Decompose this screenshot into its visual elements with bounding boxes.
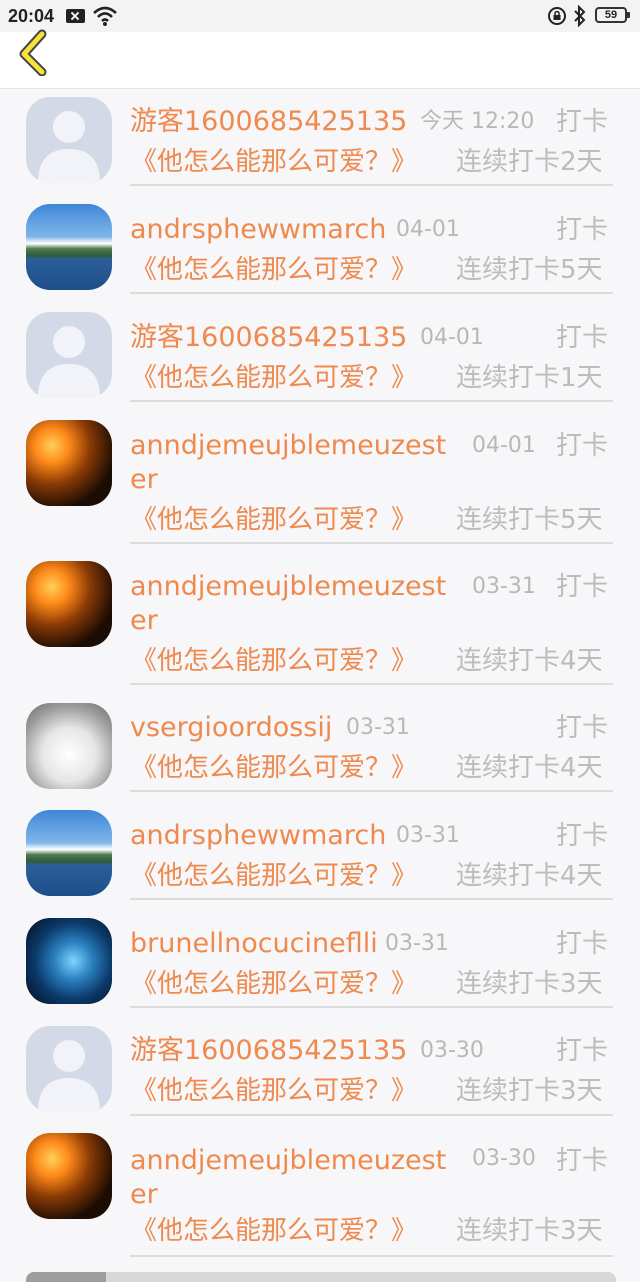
divider [130, 683, 613, 685]
list-item[interactable]: anndjemeujblemeuzester 04-01 打卡 《他怎么能那么可… [0, 413, 640, 549]
streak-text: 连续打卡4天 [456, 861, 603, 891]
divider [130, 790, 613, 792]
next-list-item-partial [26, 1272, 616, 1282]
list-item[interactable]: anndjemeujblemeuzester 03-31 打卡 《他怎么能那么可… [0, 554, 640, 690]
user-name: vsergioordossij [130, 712, 333, 743]
streak-text: 连续打卡3天 [456, 969, 603, 999]
notification-icon [66, 9, 85, 23]
checkin-date: 04-01 [420, 325, 484, 350]
checkin-date: 03-30 [472, 1146, 536, 1171]
book-title[interactable]: 《他怎么能那么可爱？》 [131, 1074, 417, 1108]
checkin-date: 03-31 [346, 715, 410, 740]
avatar[interactable] [26, 810, 112, 896]
checkin-label: 打卡 [556, 572, 609, 602]
book-title[interactable]: 《他怎么能那么可爱？》 [131, 1214, 417, 1248]
user-name: anndjemeujblemeuzester [130, 571, 447, 636]
checkin-label: 打卡 [556, 1036, 609, 1066]
bluetooth-icon [572, 4, 588, 31]
user-name: andrsphewwmarch [130, 214, 387, 245]
checkin-label: 打卡 [556, 215, 609, 245]
list-item[interactable]: brunellnocucineflli 03-31 打卡 《他怎么能那么可爱？》… [0, 911, 640, 1011]
user-name: 游客1600685425135 [130, 322, 408, 353]
battery-icon: 59 [595, 7, 630, 23]
streak-text: 连续打卡4天 [456, 753, 603, 783]
list-item[interactable]: 游客1600685425135 03-30 打卡 《他怎么能那么可爱？》 连续打… [0, 1018, 640, 1118]
top-bar [0, 29, 640, 89]
book-title[interactable]: 《他怎么能那么可爱？》 [131, 503, 417, 537]
list-item[interactable]: andrsphewwmarch 03-31 打卡 《他怎么能那么可爱？》 连续打… [0, 803, 640, 903]
user-name: anndjemeujblemeuzester [130, 430, 447, 495]
book-title[interactable]: 《他怎么能那么可爱？》 [131, 967, 417, 1001]
checkin-label: 打卡 [556, 323, 609, 353]
avatar[interactable] [26, 561, 112, 647]
checkin-date: 03-31 [396, 823, 460, 848]
wifi-icon [92, 5, 118, 31]
book-title[interactable]: 《他怎么能那么可爱？》 [131, 859, 417, 893]
avatar[interactable] [26, 918, 112, 1004]
streak-text: 连续打卡5天 [456, 255, 603, 285]
streak-text: 连续打卡1天 [456, 363, 603, 393]
divider [130, 542, 613, 544]
user-name: brunellnocucineflli [130, 928, 378, 959]
divider [130, 400, 613, 402]
checkin-date: 04-01 [472, 433, 536, 458]
avatar[interactable] [26, 703, 112, 789]
list-item[interactable]: anndjemeujblemeuzester 03-30 打卡 《他怎么能那么可… [0, 1126, 640, 1262]
status-bar: 20:04 59 [0, 0, 640, 32]
avatar[interactable] [26, 1026, 112, 1112]
book-title[interactable]: 《他怎么能那么可爱？》 [131, 751, 417, 785]
checkin-label: 打卡 [556, 431, 609, 461]
user-name: andrsphewwmarch [130, 820, 387, 851]
user-name: anndjemeujblemeuzester [130, 1145, 447, 1210]
list-item[interactable]: vsergioordossij 03-31 打卡 《他怎么能那么可爱？》 连续打… [0, 695, 640, 795]
checkin-label: 打卡 [556, 821, 609, 851]
checkin-label: 打卡 [556, 713, 609, 743]
checkin-date: 今天 12:20 [420, 109, 535, 134]
streak-text: 连续打卡3天 [456, 1216, 603, 1246]
list-item[interactable]: andrsphewwmarch 04-01 打卡 《他怎么能那么可爱？》 连续打… [0, 197, 640, 297]
divider [130, 1255, 613, 1257]
book-title[interactable]: 《他怎么能那么可爱？》 [131, 145, 417, 179]
checkin-date: 03-30 [420, 1038, 484, 1063]
divider [130, 184, 613, 186]
checkin-date: 03-31 [472, 574, 536, 599]
streak-text: 连续打卡3天 [456, 1076, 603, 1106]
avatar[interactable] [26, 1133, 112, 1219]
streak-text: 连续打卡2天 [456, 147, 603, 177]
book-title[interactable]: 《他怎么能那么可爱？》 [131, 644, 417, 678]
checkin-date: 04-01 [396, 217, 460, 242]
streak-text: 连续打卡5天 [456, 505, 603, 535]
chevron-left-icon [19, 29, 47, 77]
divider [130, 1114, 613, 1116]
user-name: 游客1600685425135 [130, 1035, 408, 1066]
checkin-label: 打卡 [556, 107, 609, 137]
checkin-label: 打卡 [556, 1146, 609, 1176]
divider [130, 1006, 613, 1008]
list-item[interactable]: 游客1600685425135 今天 12:20 打卡 《他怎么能那么可爱？》 … [0, 89, 640, 189]
divider [130, 898, 613, 900]
book-title[interactable]: 《他怎么能那么可爱？》 [131, 361, 417, 395]
book-title[interactable]: 《他怎么能那么可爱？》 [131, 253, 417, 287]
streak-text: 连续打卡4天 [456, 646, 603, 676]
divider [130, 292, 613, 294]
back-button[interactable] [14, 28, 54, 77]
checkin-date: 03-31 [385, 931, 449, 956]
user-name: 游客1600685425135 [130, 106, 408, 137]
checkin-label: 打卡 [556, 929, 609, 959]
avatar[interactable] [26, 204, 112, 290]
status-time: 20:04 [8, 6, 55, 26]
avatar[interactable] [26, 312, 112, 398]
lock-rotation-icon [547, 6, 567, 30]
list-item[interactable]: 游客1600685425135 04-01 打卡 《他怎么能那么可爱？》 连续打… [0, 305, 640, 405]
avatar[interactable] [26, 420, 112, 506]
avatar[interactable] [26, 97, 112, 183]
